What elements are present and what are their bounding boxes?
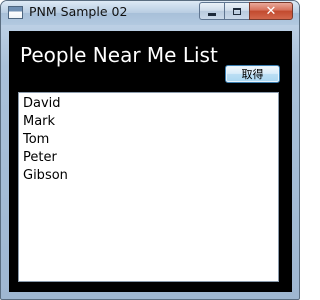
page-title: People Near Me List	[20, 43, 218, 67]
window-controls: ✕	[199, 2, 293, 20]
minimize-button[interactable]	[199, 2, 224, 20]
fetch-button[interactable]: 取得	[225, 65, 280, 83]
minimize-icon	[208, 12, 216, 16]
people-list[interactable]: David Mark Tom Peter Gibson	[18, 92, 279, 282]
client-area: People Near Me List 取得 David Mark Tom Pe…	[9, 31, 292, 292]
title-bar[interactable]: PNM Sample 02 ✕	[1, 1, 299, 25]
list-item[interactable]: David	[23, 95, 278, 113]
window-app-icon[interactable]	[8, 6, 23, 19]
app-window: PNM Sample 02 ✕ People Near Me List 取得 D…	[0, 0, 300, 300]
list-item[interactable]: Mark	[23, 113, 278, 131]
list-item[interactable]: Peter	[23, 149, 278, 167]
list-item[interactable]: Tom	[23, 131, 278, 149]
maximize-icon	[233, 7, 241, 15]
list-item[interactable]: Gibson	[23, 167, 278, 185]
window-title: PNM Sample 02	[29, 4, 128, 19]
close-icon: ✕	[265, 3, 277, 19]
close-button[interactable]: ✕	[249, 2, 293, 20]
maximize-button[interactable]	[224, 2, 249, 20]
